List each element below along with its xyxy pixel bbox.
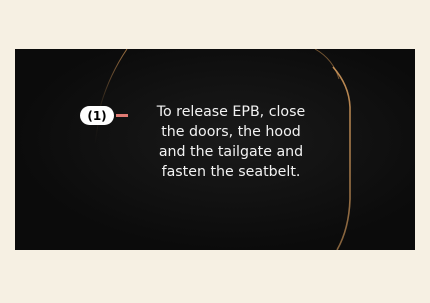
cluster-display: (1) To release EPB, close the doors, the… xyxy=(15,49,415,250)
callout-leader-line xyxy=(116,114,128,117)
callout-marker: (1) xyxy=(80,106,128,125)
callout-number-badge: (1) xyxy=(80,106,114,125)
epb-release-message: To release EPB, close the doors, the hoo… xyxy=(156,104,306,180)
